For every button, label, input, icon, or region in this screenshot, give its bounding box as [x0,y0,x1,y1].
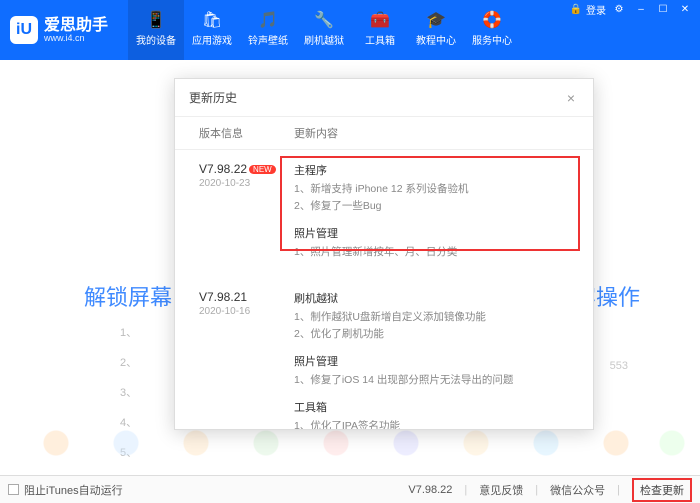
nav-item[interactable]: 🛟 服务中心 [464,0,520,60]
entry-version: V7.98.22NEW [199,162,294,176]
notes-line: 1、照片管理新增按年、月、日分类 [294,244,569,261]
modal-title: 更新历史 [189,89,237,106]
nav-icon: 📱 [146,13,166,29]
notes-block: 工具箱 1、优化了IPA签名功能 [294,399,569,429]
nav-label: 应用游戏 [192,32,232,47]
status-bar: 阻止iTunes自动运行 V7.98.22 | 意见反馈 | 微信公众号 | 检… [0,475,700,503]
nav-label: 刷机越狱 [304,32,344,47]
nav-icon: 🛍 [202,13,222,29]
new-badge: NEW [249,165,276,174]
notes-line: 2、优化了刷机功能 [294,326,569,343]
notes-title: 照片管理 [294,353,569,369]
entry-date: 2020-10-23 [199,178,294,189]
notes-block: 照片管理 1、修复了iOS 14 出现部分照片无法导出的问题 [294,353,569,389]
divider: | [464,484,467,496]
entry-date: 2020-10-16 [199,306,294,317]
nav-label: 我的设备 [136,32,176,47]
app-header: iU 爱思助手 www.i4.cn 📱 我的设备 🛍 应用游戏 🎵 铃声壁纸 🔧 刷机越狱 🧰 工… [0,0,700,60]
notes-block: 主程序 1、新增支持 iPhone 12 系列设备验机2、修复了一些Bug [294,162,569,215]
nav-icon: 🎓 [426,13,446,29]
check-update-button[interactable]: 检查更新 [632,478,692,502]
nav-label: 服务中心 [472,32,512,47]
logo-subtitle: www.i4.cn [44,34,108,43]
modal-header: 更新历史 × [175,79,593,117]
nav-item[interactable]: 📱 我的设备 [128,0,184,60]
notes-line: 1、修复了iOS 14 出现部分照片无法导出的问题 [294,372,569,389]
divider: | [617,484,620,496]
update-history-modal: 更新历史 × 版本信息 更新内容 V7.98.22NEW 2020-10-23主程… [174,78,594,430]
close-button[interactable]: ✕ [676,4,694,15]
nav-item[interactable]: 🛍 应用游戏 [184,0,240,60]
entry-notes-col: 主程序 1、新增支持 iPhone 12 系列设备验机2、修复了一些Bug 照片管理… [294,162,569,270]
maximize-button[interactable]: ☐ [654,4,672,15]
nav-item[interactable]: 🎵 铃声壁纸 [240,0,296,60]
nav-icon: 🔧 [314,13,334,29]
notes-title: 刷机越狱 [294,290,569,306]
notes-block: 刷机越狱 1、制作越狱U盘新增自定义添加镜像功能2、优化了刷机功能 [294,290,569,343]
nav-item[interactable]: 🔧 刷机越狱 [296,0,352,60]
modal-close-button[interactable]: × [563,90,579,106]
divider: | [535,484,538,496]
entry-version-col: V7.98.22NEW 2020-10-23 [199,162,294,270]
entry-notes-col: 刷机越狱 1、制作越狱U盘新增自定义添加镜像功能2、优化了刷机功能照片管理 1、修复… [294,290,569,429]
feedback-link[interactable]: 意见反馈 [479,482,523,498]
wechat-link[interactable]: 微信公众号 [550,482,605,498]
settings-icon[interactable]: ⚙ [610,4,628,15]
modal-column-headers: 版本信息 更新内容 [175,117,593,150]
nav-icon: 🧰 [370,13,390,29]
col-version-header: 版本信息 [199,125,294,141]
notes-title: 照片管理 [294,225,569,241]
notes-line: 1、新增支持 iPhone 12 系列设备验机 [294,181,569,198]
nav-icon: 🎵 [258,13,278,29]
main-nav: 📱 我的设备 🛍 应用游戏 🎵 铃声壁纸 🔧 刷机越狱 🧰 工具箱 🎓 教程中心 🛟 服务中心 [128,0,520,60]
entry-version: V7.98.21 [199,290,294,304]
update-entry: V7.98.22NEW 2020-10-23主程序 1、新增支持 iPhone 12… [175,150,593,278]
block-itunes-checkbox[interactable] [8,484,19,495]
nav-item[interactable]: 🧰 工具箱 [352,0,408,60]
notes-line: 1、优化了IPA签名功能 [294,418,569,429]
nav-label: 教程中心 [416,32,456,47]
update-entry: V7.98.21 2020-10-16刷机越狱 1、制作越狱U盘新增自定义添加镜像功… [175,278,593,429]
footer-left: 阻止iTunes自动运行 [8,482,123,498]
entry-version-col: V7.98.21 2020-10-16 [199,290,294,429]
nav-icon: 🛟 [482,13,502,29]
lock-icon[interactable]: 🔒 [570,4,582,15]
footer-version: V7.98.22 [408,484,452,496]
logo-title: 爱思助手 [44,18,108,34]
notes-line: 2、修复了一些Bug [294,198,569,215]
block-itunes-label: 阻止iTunes自动运行 [24,482,123,498]
nav-item[interactable]: 🎓 教程中心 [408,0,464,60]
minimize-button[interactable]: – [632,4,650,15]
notes-block: 照片管理 1、照片管理新增按年、月、日分类 [294,225,569,261]
nav-label: 工具箱 [365,32,395,47]
logo-icon: iU [10,16,38,44]
footer-right: V7.98.22 | 意见反馈 | 微信公众号 | 检查更新 [408,478,692,502]
app-logo: iU 爱思助手 www.i4.cn [10,16,108,44]
window-controls: 🔒 登录 ⚙ – ☐ ✕ [570,2,694,17]
modal-body: V7.98.22NEW 2020-10-23主程序 1、新增支持 iPhone 12… [175,150,593,429]
login-link[interactable]: 登录 [586,2,606,17]
col-notes-header: 更新内容 [294,125,338,141]
notes-title: 主程序 [294,162,569,178]
nav-label: 铃声壁纸 [248,32,288,47]
notes-title: 工具箱 [294,399,569,415]
notes-line: 1、制作越狱U盘新增自定义添加镜像功能 [294,309,569,326]
